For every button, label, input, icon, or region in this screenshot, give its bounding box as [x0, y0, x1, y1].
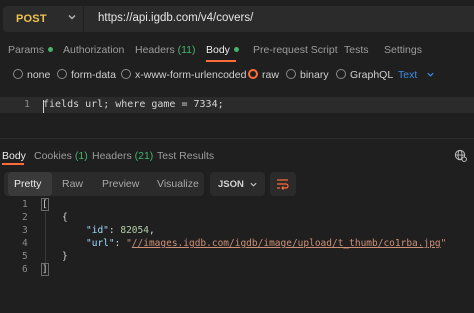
- resp-tab-headers-label: Headers: [92, 150, 132, 162]
- response-line: 1 [: [0, 198, 474, 212]
- radio-selected-icon: [248, 69, 258, 79]
- response-format-label: JSON: [218, 179, 244, 190]
- method-label: POST: [16, 13, 47, 25]
- view-mode-group: Pretty Raw Preview Visualize: [4, 172, 204, 196]
- tab-settings[interactable]: Settings: [384, 44, 422, 56]
- radio-form-data[interactable]: form-data: [57, 69, 116, 81]
- json-quote: ": [440, 238, 447, 249]
- url-input[interactable]: https://api.igdb.com/v4/covers/: [84, 6, 474, 32]
- resp-tab-headers-count: (21): [134, 150, 154, 162]
- chevron-down-icon: [250, 182, 257, 187]
- resp-tab-cookies-count: (1): [74, 150, 88, 162]
- editor-line: 1 fields url; where game = 7334;: [0, 97, 474, 113]
- params-indicator-dot: [48, 47, 54, 52]
- resp-tab-body[interactable]: Body: [2, 150, 26, 162]
- tab-params[interactable]: Params: [8, 44, 54, 56]
- radio-icon: [121, 69, 131, 79]
- response-tabs: Body Cookies (1) Headers (21) Test Resul…: [0, 146, 474, 166]
- view-pretty-button[interactable]: Pretty: [14, 178, 41, 190]
- radio-none-label: none: [27, 69, 51, 81]
- radio-graphql-label: GraphQL: [350, 69, 394, 81]
- view-preview-button[interactable]: Preview: [102, 178, 139, 190]
- radio-icon: [57, 69, 67, 79]
- radio-raw[interactable]: raw: [248, 69, 279, 81]
- open-bracket: [: [41, 198, 49, 211]
- tab-authorization[interactable]: Authorization: [63, 44, 124, 56]
- radio-graphql[interactable]: GraphQL: [336, 69, 393, 81]
- active-tab-underline: [206, 60, 236, 62]
- radio-x-www-form-urlencoded[interactable]: x-www-form-urlencoded: [121, 69, 246, 81]
- view-visualize-button[interactable]: Visualize: [157, 178, 199, 190]
- json-url-link[interactable]: //images.igdb.com/igdb/image/upload/t_th…: [132, 238, 441, 249]
- response-line: 3 "id": 82054,: [0, 225, 474, 238]
- response-line: 6 ]: [0, 263, 474, 277]
- text-cursor: [43, 100, 44, 113]
- resp-tab-test-results[interactable]: Test Results: [157, 150, 214, 162]
- json-entry-id: "id": 82054,: [86, 225, 155, 236]
- format-label: Text: [398, 69, 418, 81]
- line-number: 6: [22, 264, 28, 275]
- response-line: 5 }: [0, 251, 474, 264]
- tab-tests[interactable]: Tests: [344, 44, 369, 56]
- wrap-lines-button[interactable]: [270, 172, 296, 196]
- json-number: 82054: [120, 225, 149, 236]
- code-text: fields url; where game = 7334;: [43, 99, 224, 110]
- radio-icon: [286, 69, 296, 79]
- tab-headers-count: (11): [177, 44, 196, 56]
- open-brace: {: [62, 212, 68, 223]
- body-type-options: none form-data x-www-form-urlencoded raw…: [0, 66, 474, 86]
- tab-headers-label: Headers: [135, 44, 175, 56]
- close-brace: }: [62, 251, 68, 262]
- request-tabs: Params Authorization Headers (11) Body P…: [0, 40, 474, 62]
- resp-tab-cookies[interactable]: Cookies (1): [34, 150, 88, 162]
- response-body[interactable]: 1 [ 2 { 3 "id": 82054, 4 "url": "//image…: [0, 198, 474, 313]
- radio-raw-label: raw: [262, 69, 279, 81]
- format-dropdown[interactable]: Text: [398, 69, 435, 81]
- tab-body-label: Body: [206, 44, 230, 56]
- resp-tab-cookies-label: Cookies: [34, 150, 72, 162]
- method-dropdown[interactable]: POST: [3, 6, 83, 32]
- tab-params-label: Params: [8, 44, 45, 56]
- wrap-lines-icon: [277, 179, 289, 190]
- json-key: "id": [86, 225, 109, 236]
- line-number: 4: [22, 238, 28, 249]
- radio-icon: [336, 69, 346, 79]
- radio-binary-label: binary: [300, 69, 329, 81]
- response-view-bar: Pretty Raw Preview Visualize JSON: [0, 172, 474, 196]
- response-line: 4 "url": "//images.igdb.com/igdb/image/u…: [0, 238, 474, 251]
- radio-none[interactable]: none: [13, 69, 50, 81]
- view-raw-button[interactable]: Raw: [62, 178, 83, 190]
- line-number: 3: [22, 225, 28, 236]
- chevron-down-icon: [427, 72, 434, 77]
- response-tab-underline: [2, 163, 24, 165]
- resp-tab-headers[interactable]: Headers (21): [92, 150, 153, 162]
- body-indicator-dot: [233, 47, 239, 52]
- tab-pre-request-script[interactable]: Pre-request Script: [253, 44, 338, 56]
- tab-headers[interactable]: Headers (11): [135, 44, 196, 56]
- request-body-editor[interactable]: 1 fields url; where game = 7334;: [0, 95, 474, 139]
- chevron-down-icon: [68, 15, 76, 20]
- close-bracket: ]: [41, 263, 49, 276]
- response-line: 2 {: [0, 212, 474, 225]
- radio-icon: [13, 69, 23, 79]
- radio-binary[interactable]: binary: [286, 69, 329, 81]
- line-number: 1: [24, 99, 31, 110]
- json-entry-url: "url": "//images.igdb.com/igdb/image/upl…: [86, 238, 447, 249]
- response-format-dropdown[interactable]: JSON: [210, 172, 265, 196]
- json-key: "url": [86, 238, 115, 249]
- url-text: https://api.igdb.com/v4/covers/: [98, 12, 254, 24]
- line-number: 2: [22, 212, 28, 223]
- line-number: 5: [22, 251, 28, 262]
- globe-icon[interactable]: [454, 149, 467, 162]
- tab-body[interactable]: Body: [206, 44, 239, 56]
- request-bar: POST https://api.igdb.com/v4/covers/: [0, 0, 474, 40]
- radio-form-data-label: form-data: [71, 69, 116, 81]
- radio-urlencoded-label: x-www-form-urlencoded: [135, 69, 247, 81]
- line-number: 1: [22, 199, 28, 210]
